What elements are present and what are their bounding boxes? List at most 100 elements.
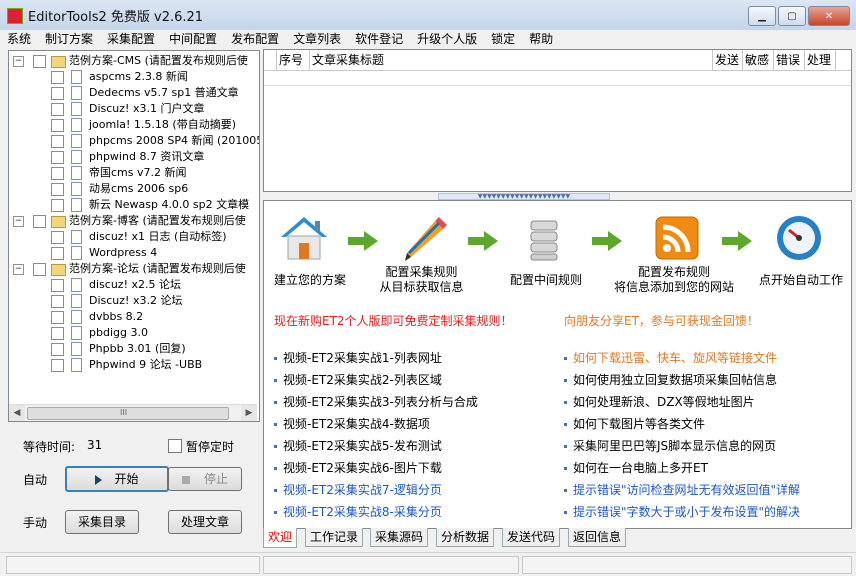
tab-analysis[interactable]: 分析数据 [436, 528, 495, 547]
pencil-icon[interactable] [399, 213, 449, 263]
scroll-right-icon[interactable]: ▶ [241, 405, 257, 421]
article-grid[interactable]: 序号 文章采集标题 发送 敏感 错误 处理 [263, 49, 852, 192]
tree-item[interactable]: dvbbs 8.2 [9, 309, 259, 325]
tree-item[interactable]: discuz! x2.5 论坛 [9, 277, 259, 293]
promo-left-link[interactable]: 现在新购ET2个人版即可免费定制采集规则！ [274, 312, 513, 329]
col-title[interactable]: 文章采集标题 [310, 50, 713, 70]
step-create-plan-label[interactable]: 建立您的方案 [274, 273, 346, 288]
collect-directory-button[interactable]: 采集目录 [65, 510, 139, 534]
collapse-icon[interactable]: − [13, 56, 24, 67]
maximize-button[interactable]: ▢ [778, 6, 806, 26]
menu-middle-config[interactable]: 中间配置 [162, 30, 224, 48]
col-index[interactable]: 序号 [277, 50, 310, 70]
menu-publish-config[interactable]: 发布配置 [224, 30, 286, 48]
pause-timer-checkbox[interactable] [168, 439, 182, 453]
step-start-work-label[interactable]: 点开始自动工作 [756, 273, 846, 288]
plan-tree[interactable]: − 范例方案-CMS (请配置发布规则后使 aspcms 2.3.8 新闻 Dedec… [8, 50, 260, 422]
tree-item[interactable]: joomla! 1.5.18 (带自动摘要) [9, 117, 259, 133]
tab-welcome[interactable]: 欢迎 [263, 528, 298, 548]
menu-upgrade[interactable]: 升级个人版 [410, 30, 484, 48]
tree-group[interactable]: − 范例方案-博客 (请配置发布规则后使 [9, 213, 259, 229]
minimize-button[interactable]: ▁ [748, 6, 776, 26]
tree-item[interactable]: Discuz! x3.2 论坛 [9, 293, 259, 309]
tree-item[interactable]: phpwind 8.7 资讯文章 [9, 149, 259, 165]
tree-checkbox[interactable] [51, 199, 64, 212]
menu-article-list[interactable]: 文章列表 [286, 30, 348, 48]
tree-item[interactable]: Dedecms v5.7 sp1 普通文章 [9, 85, 259, 101]
menu-plan[interactable]: 制订方案 [38, 30, 100, 48]
collapse-icon[interactable]: − [13, 216, 24, 227]
start-button[interactable]: 开始 [65, 466, 169, 492]
video-link[interactable]: 视频-ET2采集实战1-列表网址 [274, 349, 442, 366]
tree-item[interactable]: phpcms 2008 SP4 新闻 (201005 [9, 133, 259, 149]
tab-source[interactable]: 采集源码 [370, 528, 429, 547]
collapse-icon[interactable]: − [13, 264, 24, 275]
help-link[interactable]: 如何下载图片等各类文件 [564, 415, 705, 432]
video-link[interactable]: 视频-ET2采集实战2-列表区域 [274, 371, 442, 388]
tree-checkbox[interactable] [51, 71, 64, 84]
database-icon[interactable] [519, 213, 569, 263]
tree-checkbox[interactable] [51, 87, 64, 100]
tree-item[interactable]: Phpwind 9 论坛 -UBB [9, 357, 259, 373]
help-link[interactable]: 如何处理新浪、DZX等假地址图片 [564, 393, 755, 410]
tree-item[interactable]: 帝国cms v7.2 新闻 [9, 165, 259, 181]
tab-send-code[interactable]: 发送代码 [502, 528, 561, 547]
video-link[interactable]: 视频-ET2采集实战4-数据项 [274, 415, 430, 432]
tree-item[interactable]: Wordpress 4 [9, 245, 259, 261]
step-collect-rules-label[interactable]: 配置采集规则 从目标获取信息 [369, 265, 474, 295]
tree-item[interactable]: 新云 Newasp 4.0.0 sp2 文章模 [9, 197, 259, 213]
video-link[interactable]: 视频-ET2采集实战3-列表分析与合成 [274, 393, 478, 410]
tree-checkbox[interactable] [51, 119, 64, 132]
scroll-left-icon[interactable]: ◀ [9, 405, 25, 421]
menu-collect-config[interactable]: 采集配置 [100, 30, 162, 48]
tree-checkbox[interactable] [51, 231, 64, 244]
tree-hscrollbar[interactable]: ◀ III ▶ [9, 404, 257, 421]
tree-group[interactable]: − 范例方案-CMS (请配置发布规则后使 [9, 53, 259, 69]
tree-item[interactable]: Discuz! x3.1 门户文章 [9, 101, 259, 117]
col-error[interactable]: 错误 [774, 50, 805, 70]
video-link[interactable]: 视频-ET2采集实战5-发布测试 [274, 437, 442, 454]
col-process[interactable]: 处理 [805, 50, 836, 70]
tree-group[interactable]: − 范例方案-论坛 (请配置发布规则后使 [9, 261, 259, 277]
tree-item[interactable]: aspcms 2.3.8 新闻 [9, 69, 259, 85]
tree-checkbox[interactable] [51, 311, 64, 324]
help-link[interactable]: 提示错误"访问检查网址无有效返回值"详解 [564, 481, 800, 498]
col-sensitive[interactable]: 敏感 [743, 50, 774, 70]
col-send[interactable]: 发送 [713, 50, 743, 70]
panel-splitter[interactable]: ▼▼▼▼▼▼▼▼▼▼▼▼▼▼▼▼▼▼▼▼ [438, 193, 610, 200]
tree-checkbox[interactable] [33, 263, 46, 276]
tree-item[interactable]: discuz! x1 日志 (自动标签) [9, 229, 259, 245]
help-link[interactable]: 如何在一台电脑上多开ET [564, 459, 708, 476]
tree-checkbox[interactable] [51, 167, 64, 180]
tree-item[interactable]: 动易cms 2006 sp6 [9, 181, 259, 197]
tree-item[interactable]: pbdigg 3.0 [9, 325, 259, 341]
tree-checkbox[interactable] [51, 183, 64, 196]
tree-checkbox[interactable] [51, 103, 64, 116]
table-row[interactable] [264, 71, 851, 86]
video-link[interactable]: 视频-ET2采集实战7-逻辑分页 [274, 481, 442, 498]
house-icon[interactable] [279, 213, 329, 263]
menu-system[interactable]: 系统 [0, 30, 38, 48]
tree-checkbox[interactable] [51, 343, 64, 356]
tab-response[interactable]: 返回信息 [568, 528, 627, 547]
promo-right-link[interactable]: 向朋友分享ET，参与可获现金回馈！ [564, 312, 759, 329]
stop-button[interactable]: 停止 [168, 467, 242, 491]
tree-checkbox[interactable] [51, 135, 64, 148]
tree-checkbox[interactable] [33, 55, 46, 68]
video-link[interactable]: 视频-ET2采集实战8-采集分页 [274, 503, 442, 520]
menu-lock[interactable]: 锁定 [484, 30, 522, 48]
tree-checkbox[interactable] [51, 279, 64, 292]
step-publish-rules-label[interactable]: 配置发布规则 将信息添加到您的网站 [609, 265, 739, 295]
tree-item[interactable]: Phpbb 3.01 (回复) [9, 341, 259, 357]
gauge-icon[interactable] [774, 213, 824, 263]
tree-checkbox[interactable] [33, 215, 46, 228]
help-link[interactable]: 采集阿里巴巴等JS脚本显示信息的网页 [564, 437, 776, 454]
tree-checkbox[interactable] [51, 151, 64, 164]
process-articles-button[interactable]: 处理文章 [168, 510, 242, 534]
tree-checkbox[interactable] [51, 247, 64, 260]
menu-help[interactable]: 帮助 [522, 30, 560, 48]
tree-checkbox[interactable] [51, 295, 64, 308]
help-link[interactable]: 如何使用独立回复数据项采集回帖信息 [564, 371, 777, 388]
close-button[interactable]: ✕ [808, 6, 850, 26]
tab-work-log[interactable]: 工作记录 [305, 528, 364, 547]
